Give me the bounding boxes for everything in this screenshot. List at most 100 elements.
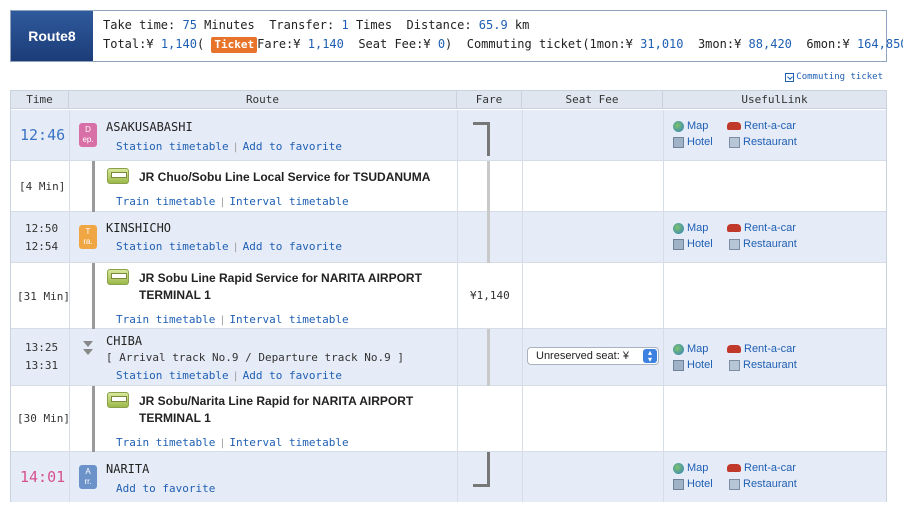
- globe-icon: [673, 120, 684, 132]
- transfer-badge: T ra.: [79, 225, 97, 249]
- arrival-time: 14:01: [20, 468, 66, 486]
- table-row: 12:50 12:54 T ra. KINSHICHO Station time…: [11, 212, 886, 263]
- hotel-icon: [673, 359, 684, 371]
- train-line-name: JR Sobu Line Rapid Service for NARITA AI…: [139, 271, 422, 285]
- table-row: [30 Min] JR Sobu/Narita Line Rapid for N…: [11, 386, 886, 452]
- interval-timetable-link[interactable]: Interval timetable: [229, 195, 348, 208]
- commuting-ticket-link-label: Commuting ticket: [796, 72, 883, 82]
- total-label: Total:¥: [103, 37, 154, 51]
- train-icon: [107, 269, 129, 285]
- add-favorite-link[interactable]: Add to favorite: [243, 140, 342, 153]
- car-icon: [727, 345, 741, 353]
- table-row: 12:46 D ep. ASAKUSABASHI Station timetab…: [11, 110, 886, 161]
- restaurant-link[interactable]: Restaurant: [729, 238, 797, 250]
- take-time-label: Take time:: [103, 18, 176, 32]
- restaurant-icon: [729, 238, 740, 250]
- restaurant-link[interactable]: Restaurant: [729, 478, 797, 490]
- restaurant-icon: [729, 478, 740, 490]
- commuting-6mon-label: 6mon:¥: [806, 37, 850, 51]
- rent-a-car-link[interactable]: Rent-a-car: [727, 120, 796, 132]
- map-link[interactable]: Map: [673, 120, 708, 132]
- train-line-name-cont: TERMINAL 1: [139, 411, 211, 425]
- train-timetable-link[interactable]: Train timetable: [116, 436, 215, 449]
- ticket-badge: Ticket: [211, 37, 258, 53]
- hotel-link[interactable]: Hotel: [673, 478, 713, 490]
- distance-unit: km: [514, 18, 530, 32]
- rent-a-car-link[interactable]: Rent-a-car: [727, 343, 796, 355]
- rent-a-car-link[interactable]: Rent-a-car: [727, 222, 796, 234]
- header-seat-fee: Seat Fee: [522, 91, 663, 109]
- train-timetable-link[interactable]: Train timetable: [116, 313, 215, 326]
- route-label: Route8: [11, 11, 93, 61]
- segment-duration: [4 Min]: [19, 180, 66, 193]
- departure-badge-bottom: ep.: [82, 135, 94, 144]
- globe-icon: [673, 462, 684, 474]
- station-name: CHIBA: [106, 334, 143, 348]
- hotel-link[interactable]: Hotel: [673, 359, 713, 371]
- arrival-time: 13:25: [25, 341, 59, 354]
- restaurant-link[interactable]: Restaurant: [729, 136, 797, 148]
- station-timetable-link[interactable]: Station timetable: [116, 369, 229, 382]
- fare-value: 1,140: [307, 37, 344, 51]
- take-time-unit: Minutes: [204, 18, 255, 32]
- globe-icon: [673, 222, 684, 234]
- hotel-link[interactable]: Hotel: [673, 136, 713, 148]
- train-line-name: JR Chuo/Sobu Line Local Service for TSUD…: [139, 170, 431, 184]
- transfer-value: 1: [341, 18, 349, 32]
- commuting-3mon: 88,420: [748, 37, 792, 51]
- map-link[interactable]: Map: [673, 343, 708, 355]
- station-timetable-link[interactable]: Station timetable: [116, 140, 229, 153]
- restaurant-link[interactable]: Restaurant: [729, 359, 797, 371]
- triangle-down-icon: [83, 341, 93, 347]
- fare-label: Fare:¥: [257, 37, 301, 51]
- chevron-updown-icon: ▴ ▾: [643, 349, 657, 364]
- train-timetable-link[interactable]: Train timetable: [116, 195, 215, 208]
- distance-label: Distance:: [406, 18, 472, 32]
- rent-a-car-link[interactable]: Rent-a-car: [727, 462, 796, 474]
- commuting-ticket-link[interactable]: Commuting ticket: [785, 72, 883, 82]
- hotel-link[interactable]: Hotel: [673, 238, 713, 250]
- car-icon: [727, 122, 741, 130]
- station-name: NARITA: [106, 462, 150, 476]
- interval-timetable-link[interactable]: Interval timetable: [229, 313, 348, 326]
- seat-type-select-value: Unreserved seat: ¥: [536, 350, 629, 362]
- total-value: 1,140: [160, 37, 197, 51]
- take-time-value: 75: [182, 18, 197, 32]
- train-line-name-cont: TERMINAL 1: [139, 288, 211, 302]
- summary-line-1: Take time: 75 Minutes Transfer: 1 Times …: [103, 18, 529, 32]
- route-table: Time Route Fare Seat Fee UsefulLink 12:4…: [10, 90, 887, 502]
- seat-type-select[interactable]: Unreserved seat: ¥ ▴ ▾: [527, 347, 659, 365]
- commuting-label: Commuting ticket(1mon:¥: [466, 37, 633, 51]
- triangle-down-icon: [83, 349, 93, 355]
- hotel-icon: [673, 238, 684, 250]
- car-icon: [727, 464, 741, 472]
- interval-timetable-link[interactable]: Interval timetable: [229, 436, 348, 449]
- route-summary: Route8 Take time: 75 Minutes Transfer: 1…: [10, 10, 903, 62]
- distance-value: 65.9: [478, 18, 508, 32]
- add-favorite-link[interactable]: Add to favorite: [243, 369, 342, 382]
- header-fare: Fare: [457, 91, 522, 109]
- map-link[interactable]: Map: [673, 462, 708, 474]
- add-favorite-link[interactable]: Add to favorite: [116, 482, 215, 495]
- header-route: Route: [69, 91, 457, 109]
- train-icon: [107, 168, 129, 184]
- header-useful-link: UsefulLink: [741, 93, 808, 106]
- car-icon: [727, 224, 741, 232]
- segment-duration: [31 Min]: [17, 290, 70, 303]
- departure-time: 13:31: [25, 359, 59, 372]
- map-link[interactable]: Map: [673, 222, 708, 234]
- add-favorite-link[interactable]: Add to favorite: [243, 240, 342, 253]
- commuting-3mon-label: 3mon:¥: [697, 37, 742, 51]
- table-row: 14:01 A rr. NARITA Add to favorite Map R…: [11, 452, 886, 502]
- seat-fee-label: Seat Fee:¥: [358, 37, 431, 51]
- table-row: [4 Min] JR Chuo/Sobu Line Local Service …: [11, 161, 886, 212]
- train-links: Train timetable | Interval timetable: [116, 313, 349, 326]
- checkbox-icon: [785, 72, 795, 82]
- station-timetable-link[interactable]: Station timetable: [116, 240, 229, 253]
- route-line: [92, 161, 95, 212]
- restaurant-icon: [729, 359, 740, 371]
- departure-time: 12:46: [20, 126, 66, 144]
- segment-duration: [30 Min]: [17, 412, 70, 425]
- station-name: ASAKUSABASHI: [106, 120, 193, 134]
- paren-open: (: [196, 37, 205, 51]
